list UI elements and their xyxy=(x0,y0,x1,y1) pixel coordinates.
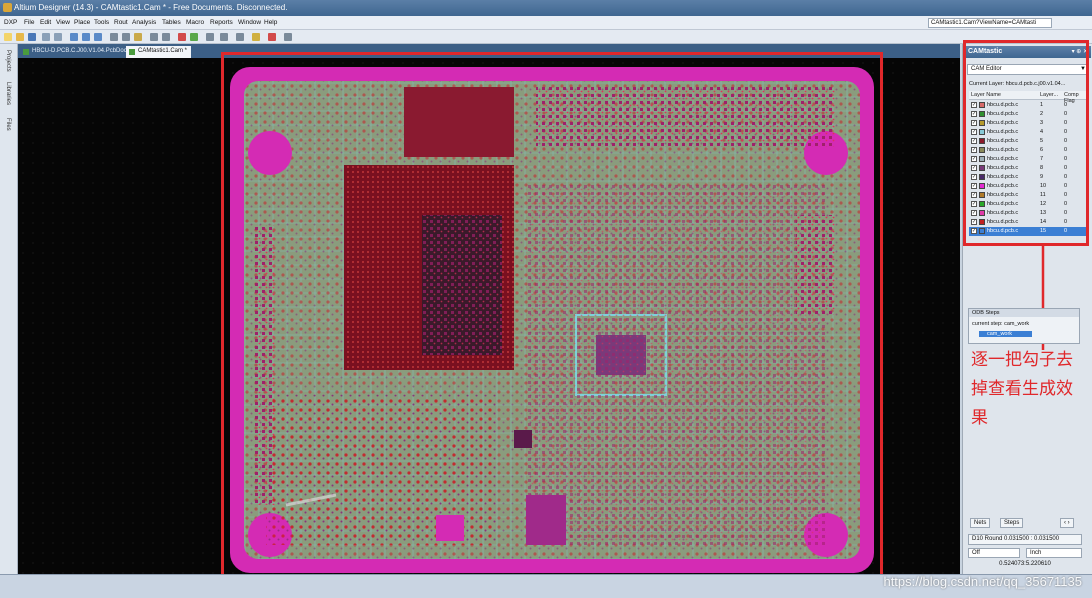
save-icon[interactable] xyxy=(28,33,36,41)
cam-doc-icon xyxy=(129,49,135,55)
document-path-field[interactable]: CAMtastic1.Cam?ViewName=CAMtasti xyxy=(928,18,1052,28)
dcode-readout: D10 Round 0.031500 : 0.031500 xyxy=(968,534,1082,545)
mode-select[interactable]: Off xyxy=(968,548,1020,558)
odb-steps-panel: ODB Steps current step: cam_work cam_wor… xyxy=(968,308,1080,344)
copy-icon[interactable] xyxy=(122,33,130,41)
tab-camtastic-document[interactable]: CAMtastic1.Cam * xyxy=(126,46,192,58)
step-item-cam-work[interactable]: cam_work xyxy=(979,331,1033,337)
menu-place[interactable]: Place xyxy=(74,19,90,26)
undo-icon[interactable] xyxy=(150,33,158,41)
menu-file[interactable]: File xyxy=(24,19,34,26)
menu-reports[interactable]: Reports xyxy=(210,19,233,26)
open-folder-icon[interactable] xyxy=(16,33,24,41)
zoom-fit-icon[interactable] xyxy=(94,33,102,41)
current-step-label: current step: cam_work xyxy=(972,321,1030,327)
annotation-note: 逐一把勾子去掉查看生成效果 xyxy=(971,350,1073,428)
scroll-arrows-icon[interactable]: ‹ › xyxy=(1060,518,1074,528)
rectangle-tool-icon[interactable] xyxy=(236,33,244,41)
browse-icon[interactable] xyxy=(190,33,198,41)
pcb-doc-icon xyxy=(23,49,29,55)
grid-tool-icon[interactable] xyxy=(284,33,292,41)
files-panel-tab[interactable]: Files xyxy=(5,118,11,131)
preview-icon[interactable] xyxy=(54,33,62,41)
report-tool-icon[interactable] xyxy=(268,33,276,41)
menu-analysis[interactable]: Analysis xyxy=(132,19,156,26)
tab-pcb-document[interactable]: HBCU-D.PCB.C.J00.V1.04.PcbDoc xyxy=(20,46,131,58)
cut-icon[interactable] xyxy=(110,33,118,41)
panel-nav-tabs: Nets Steps ‹ › xyxy=(968,516,1080,529)
redo-icon[interactable] xyxy=(162,33,170,41)
tab-steps[interactable]: Steps xyxy=(1000,518,1024,528)
watermark-text: https://blog.csdn.net/qq_35671135 xyxy=(883,574,1082,589)
left-panel-strip: Projects Libraries Files xyxy=(0,44,18,574)
projects-panel-tab[interactable]: Projects xyxy=(5,50,11,72)
odb-steps-header: ODB Steps xyxy=(969,309,1079,317)
menu-edit[interactable]: Edit xyxy=(40,19,51,26)
paste-icon[interactable] xyxy=(134,33,142,41)
altium-logo-icon xyxy=(3,3,12,12)
line-tool-icon[interactable] xyxy=(220,33,228,41)
title-bar: Altium Designer (14.3) - CAMtastic1.Cam … xyxy=(0,0,1092,16)
mode-value: Off xyxy=(972,550,980,556)
menu-view[interactable]: View xyxy=(56,19,70,26)
menu-tables[interactable]: Tables xyxy=(162,19,181,26)
arc-tool-icon[interactable] xyxy=(206,33,214,41)
highlight-tool-icon[interactable] xyxy=(252,33,260,41)
coordinate-readout: 0.524073:5.220610 xyxy=(999,561,1051,567)
board-highlight-frame xyxy=(221,52,883,585)
menu-dxp[interactable]: DXP xyxy=(4,19,17,26)
main-toolbar xyxy=(0,30,1092,44)
menu-window[interactable]: Window xyxy=(238,19,261,26)
new-file-icon[interactable] xyxy=(4,33,12,41)
zoom-in-icon[interactable] xyxy=(70,33,78,41)
menu-macro[interactable]: Macro xyxy=(186,19,204,26)
unit-value: Inch xyxy=(1030,550,1042,556)
tab-label: HBCU-D.PCB.C.J00.V1.04.PcbDoc xyxy=(32,48,127,54)
layer-list-highlight-frame xyxy=(963,40,1089,246)
tab-nets[interactable]: Nets xyxy=(970,518,991,528)
unit-select[interactable]: Inch xyxy=(1026,548,1082,558)
zoom-out-icon[interactable] xyxy=(82,33,90,41)
cross-probe-icon[interactable] xyxy=(178,33,186,41)
print-icon[interactable] xyxy=(42,33,50,41)
menu-tools[interactable]: Tools xyxy=(94,19,109,26)
window-title: Altium Designer (14.3) - CAMtastic1.Cam … xyxy=(14,3,288,12)
menu-rout[interactable]: Rout xyxy=(114,19,128,26)
menu-help[interactable]: Help xyxy=(264,19,277,26)
menu-bar: DXP File Edit View Place Tools Rout Anal… xyxy=(0,16,1092,30)
libraries-panel-tab[interactable]: Libraries xyxy=(5,82,11,105)
tab-label: CAMtastic1.Cam * xyxy=(138,48,188,54)
